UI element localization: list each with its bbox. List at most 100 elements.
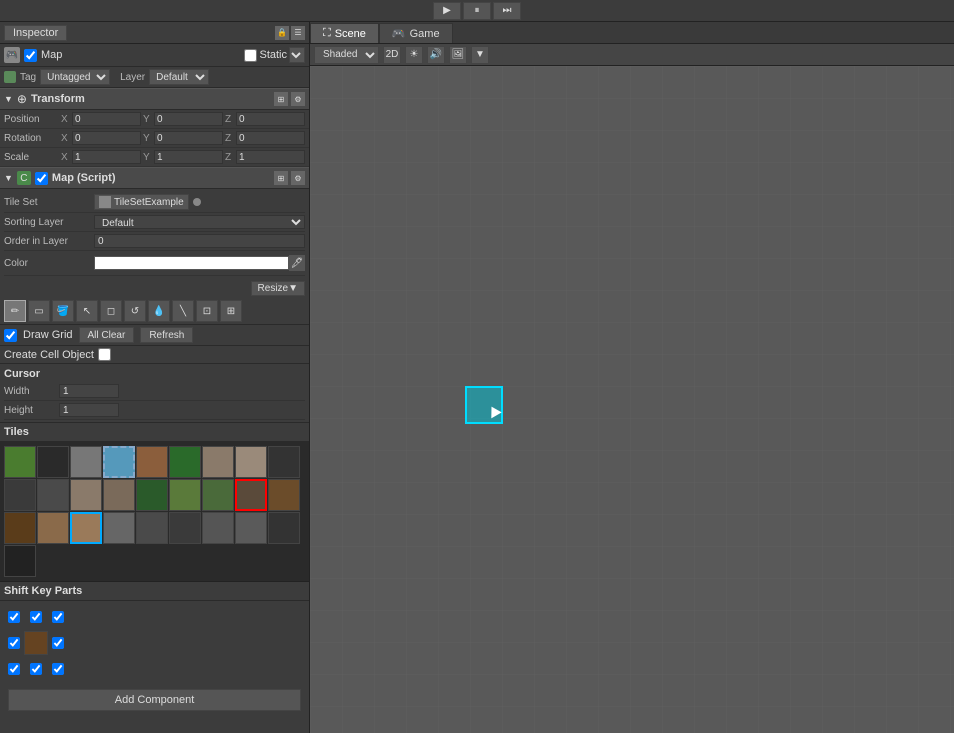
tile-item[interactable]: [235, 512, 267, 544]
shift-tl-checkbox[interactable]: [8, 611, 20, 623]
tile-item[interactable]: [169, 446, 201, 478]
tile-item[interactable]: [4, 479, 36, 511]
map-script-paste-icon[interactable]: ⊞: [274, 171, 288, 185]
transform-paste-icon[interactable]: ⊞: [274, 92, 288, 106]
refresh-button[interactable]: Refresh: [140, 327, 193, 343]
inspector-header-icons: 🔒 ☰: [275, 26, 305, 40]
pause-button[interactable]: ⏸: [463, 2, 491, 20]
step-button[interactable]: ⏭: [493, 2, 521, 20]
tile-item[interactable]: [235, 446, 267, 478]
tile-item[interactable]: [103, 479, 135, 511]
tile-item[interactable]: [4, 512, 36, 544]
tile-item[interactable]: [37, 479, 69, 511]
tileset-select-dot[interactable]: [193, 198, 201, 206]
shift-br-checkbox[interactable]: [52, 663, 64, 675]
static-checkbox[interactable]: [244, 49, 257, 62]
tile-item[interactable]: [235, 479, 267, 511]
fx-icon-btn[interactable]: 🖼: [449, 46, 467, 64]
2d-button[interactable]: 2D: [383, 46, 401, 64]
shading-select[interactable]: Shaded: [314, 46, 379, 64]
position-x-input[interactable]: [72, 112, 141, 126]
rotation-y-input[interactable]: [154, 131, 223, 145]
tile-item[interactable]: [136, 512, 168, 544]
scale-z-input[interactable]: [236, 150, 305, 164]
transform-collapse-icon[interactable]: ▼: [4, 94, 13, 104]
game-tab[interactable]: 🎮 Game: [379, 23, 453, 43]
resize-button[interactable]: Resize▼: [251, 281, 305, 296]
select-tool[interactable]: ↖: [76, 300, 98, 322]
pencil-tool[interactable]: ✏: [4, 300, 26, 322]
scale-x-input[interactable]: [72, 150, 141, 164]
shift-tr-checkbox[interactable]: [52, 611, 64, 623]
position-z-input[interactable]: [236, 112, 305, 126]
shift-tc-checkbox[interactable]: [30, 611, 42, 623]
tile-item[interactable]: [103, 512, 135, 544]
menu-icon[interactable]: ☰: [291, 26, 305, 40]
lock-icon[interactable]: 🔒: [275, 26, 289, 40]
inspector-tab[interactable]: Inspector: [4, 25, 67, 41]
line-tool[interactable]: ╲: [172, 300, 194, 322]
gizmo-icon-btn[interactable]: ▼: [471, 46, 489, 64]
order-in-layer-input[interactable]: [94, 234, 305, 248]
tile-item[interactable]: [70, 479, 102, 511]
tile-item[interactable]: [103, 446, 135, 478]
width-input[interactable]: [59, 384, 119, 398]
create-cell-checkbox[interactable]: [98, 348, 111, 361]
transform-menu-icon[interactable]: ⚙: [291, 92, 305, 106]
rotate-tool[interactable]: ↺: [124, 300, 146, 322]
layer-select[interactable]: Default: [149, 69, 209, 85]
tile-item[interactable]: [268, 446, 300, 478]
rotation-x-input[interactable]: [72, 131, 141, 145]
position-y-input[interactable]: [154, 112, 223, 126]
tile-item[interactable]: [268, 512, 300, 544]
map-script-enabled[interactable]: [35, 172, 48, 185]
tile-item[interactable]: [70, 446, 102, 478]
color-preview[interactable]: [94, 256, 289, 270]
static-dropdown-select[interactable]: ▼: [289, 47, 305, 63]
rotation-z-input[interactable]: [236, 131, 305, 145]
eyedropper-button[interactable]: 🖋: [289, 255, 305, 271]
sorting-layer-select[interactable]: Default: [94, 215, 305, 229]
tile-item[interactable]: [136, 446, 168, 478]
shift-ml-checkbox[interactable]: [8, 637, 20, 649]
audio-icon-btn[interactable]: 🔊: [427, 46, 445, 64]
tag-select[interactable]: Untagged: [40, 69, 110, 85]
shift-bc-checkbox[interactable]: [30, 663, 42, 675]
eyedropper-tool[interactable]: 💧: [148, 300, 170, 322]
tile-item[interactable]: [136, 479, 168, 511]
scene-tab[interactable]: ⛶ Scene: [310, 23, 379, 43]
object-enabled-checkbox[interactable]: [24, 49, 37, 62]
tile-item[interactable]: [37, 512, 69, 544]
height-input[interactable]: [59, 403, 119, 417]
scale-y-input[interactable]: [154, 150, 223, 164]
tileset-box[interactable]: TileSetExample: [94, 194, 189, 210]
fill-tool[interactable]: 🪣: [52, 300, 74, 322]
tile-item[interactable]: [202, 512, 234, 544]
extra-tool[interactable]: ⊞: [220, 300, 242, 322]
height-row: Height: [4, 401, 305, 420]
play-button[interactable]: ▶: [433, 2, 461, 20]
map-script-header: ▼ C Map (Script) ⊞ ⚙: [0, 167, 309, 189]
draw-grid-checkbox[interactable]: [4, 329, 17, 342]
shift-bl-checkbox[interactable]: [8, 663, 20, 675]
light-icon-btn[interactable]: ☀: [405, 46, 423, 64]
tile-item[interactable]: [268, 479, 300, 511]
tile-item[interactable]: [4, 545, 36, 577]
tile-item[interactable]: [70, 512, 102, 544]
tile-item[interactable]: [37, 446, 69, 478]
map-script-menu-icon[interactable]: ⚙: [291, 171, 305, 185]
stamp-tool[interactable]: ⊡: [196, 300, 218, 322]
all-clear-button[interactable]: All Clear: [79, 327, 135, 343]
add-component-button[interactable]: Add Component: [8, 689, 301, 711]
erase-tool[interactable]: ◻: [100, 300, 122, 322]
map-script-collapse-icon[interactable]: ▼: [4, 173, 13, 183]
shift-mr-checkbox[interactable]: [52, 637, 64, 649]
tools-row: ✏ ▭ 🪣 ↖ ◻ ↺ 💧 ╲ ⊡ ⊞: [0, 298, 309, 325]
tile-item[interactable]: [202, 479, 234, 511]
cell-object-row: Create Cell Object: [0, 346, 309, 364]
tile-item[interactable]: [202, 446, 234, 478]
tile-item[interactable]: [4, 446, 36, 478]
tile-item[interactable]: [169, 479, 201, 511]
rect-tool[interactable]: ▭: [28, 300, 50, 322]
tile-item[interactable]: [169, 512, 201, 544]
